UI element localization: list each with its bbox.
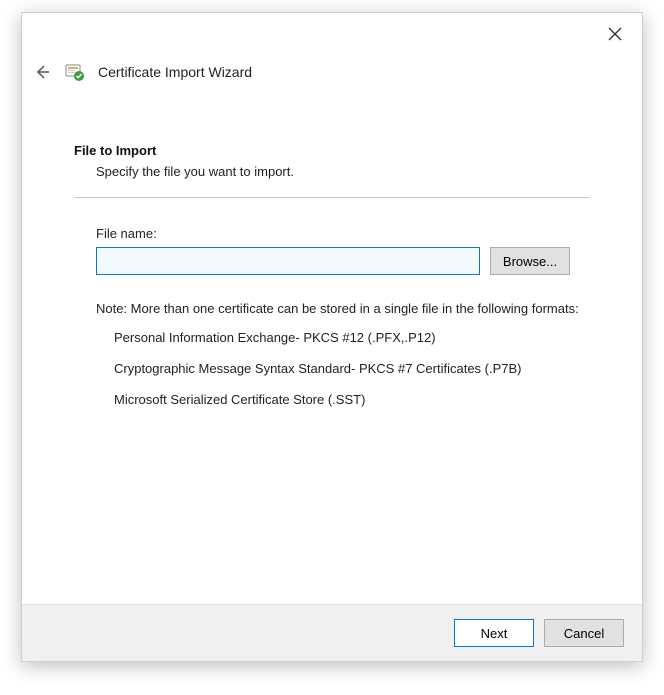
close-button[interactable] bbox=[608, 27, 628, 47]
certificate-icon bbox=[64, 61, 86, 83]
filename-label: File name: bbox=[96, 226, 590, 241]
format-item: Cryptographic Message Syntax Standard- P… bbox=[114, 361, 590, 376]
section-heading: File to Import bbox=[74, 143, 590, 158]
divider bbox=[74, 197, 590, 198]
format-item: Personal Information Exchange- PKCS #12 … bbox=[114, 330, 590, 345]
back-arrow-icon bbox=[34, 64, 50, 80]
wizard-content: File to Import Specify the file you want… bbox=[22, 91, 642, 604]
file-row: Browse... bbox=[96, 247, 590, 275]
close-icon bbox=[608, 27, 622, 41]
wizard-footer: Next Cancel bbox=[22, 604, 642, 661]
wizard-title: Certificate Import Wizard bbox=[98, 64, 252, 80]
format-list: Personal Information Exchange- PKCS #12 … bbox=[96, 330, 590, 407]
format-item: Microsoft Serialized Certificate Store (… bbox=[114, 392, 590, 407]
cancel-button[interactable]: Cancel bbox=[544, 619, 624, 647]
browse-button[interactable]: Browse... bbox=[490, 247, 570, 275]
file-field-block: File name: Browse... Note: More than one… bbox=[74, 226, 590, 407]
back-button[interactable] bbox=[34, 63, 52, 81]
wizard-header: Certificate Import Wizard bbox=[22, 13, 642, 91]
next-button[interactable]: Next bbox=[454, 619, 534, 647]
filename-input[interactable] bbox=[96, 247, 480, 275]
wizard-window: Certificate Import Wizard File to Import… bbox=[21, 12, 643, 662]
note-text: Note: More than one certificate can be s… bbox=[96, 301, 590, 316]
section-subtext: Specify the file you want to import. bbox=[74, 164, 590, 179]
